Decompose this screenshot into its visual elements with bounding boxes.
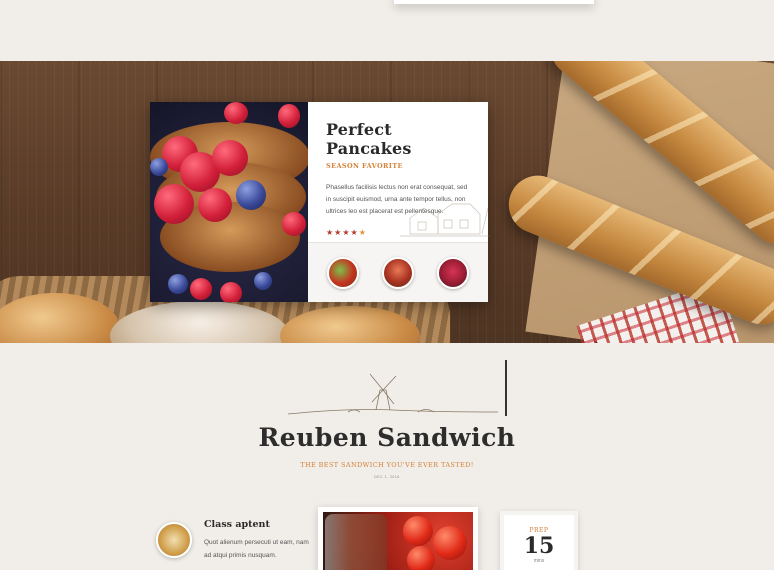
half-star-icon: ★ [358, 228, 367, 237]
feature-text: Quot alienum persecuti ut eam, nam ad at… [204, 539, 309, 559]
recipe-subtitle: THE BEST SANDWICH YOU'VE EVER TASTED! [300, 461, 474, 469]
grain-icon [156, 522, 192, 558]
prep-value: 15 [523, 533, 555, 559]
pancake-photo [150, 102, 308, 302]
berries-thumbnail[interactable] [436, 256, 469, 289]
recipe-title: Reuben Sandwich [258, 423, 516, 452]
salad-thumbnail[interactable] [327, 256, 360, 289]
jar-image [325, 514, 387, 570]
meat-thumbnail[interactable] [381, 256, 414, 289]
prep-time-card: PREP 15 mins [500, 511, 578, 570]
recipe-date: DEC 1, 2016 [374, 475, 400, 479]
thumbnail-row [308, 242, 488, 302]
feature-title: Class aptent [204, 519, 270, 530]
card-subtitle: SEASON FAVORITE [326, 162, 403, 170]
prep-unit: mins [533, 558, 545, 564]
jar-photo [318, 507, 478, 570]
top-card-edge [394, 0, 594, 4]
house-sketch-icon [400, 203, 490, 237]
windmill-sketch-icon [288, 373, 498, 415]
recipe-card[interactable]: Perfect Pancakes SEASON FAVORITE Phasell… [150, 102, 490, 302]
card-body: Perfect Pancakes SEASON FAVORITE Phasell… [308, 102, 490, 242]
star-icon: ★★★★ [326, 228, 359, 237]
card-title[interactable]: Perfect Pancakes [326, 120, 470, 158]
vertical-divider [505, 360, 507, 416]
